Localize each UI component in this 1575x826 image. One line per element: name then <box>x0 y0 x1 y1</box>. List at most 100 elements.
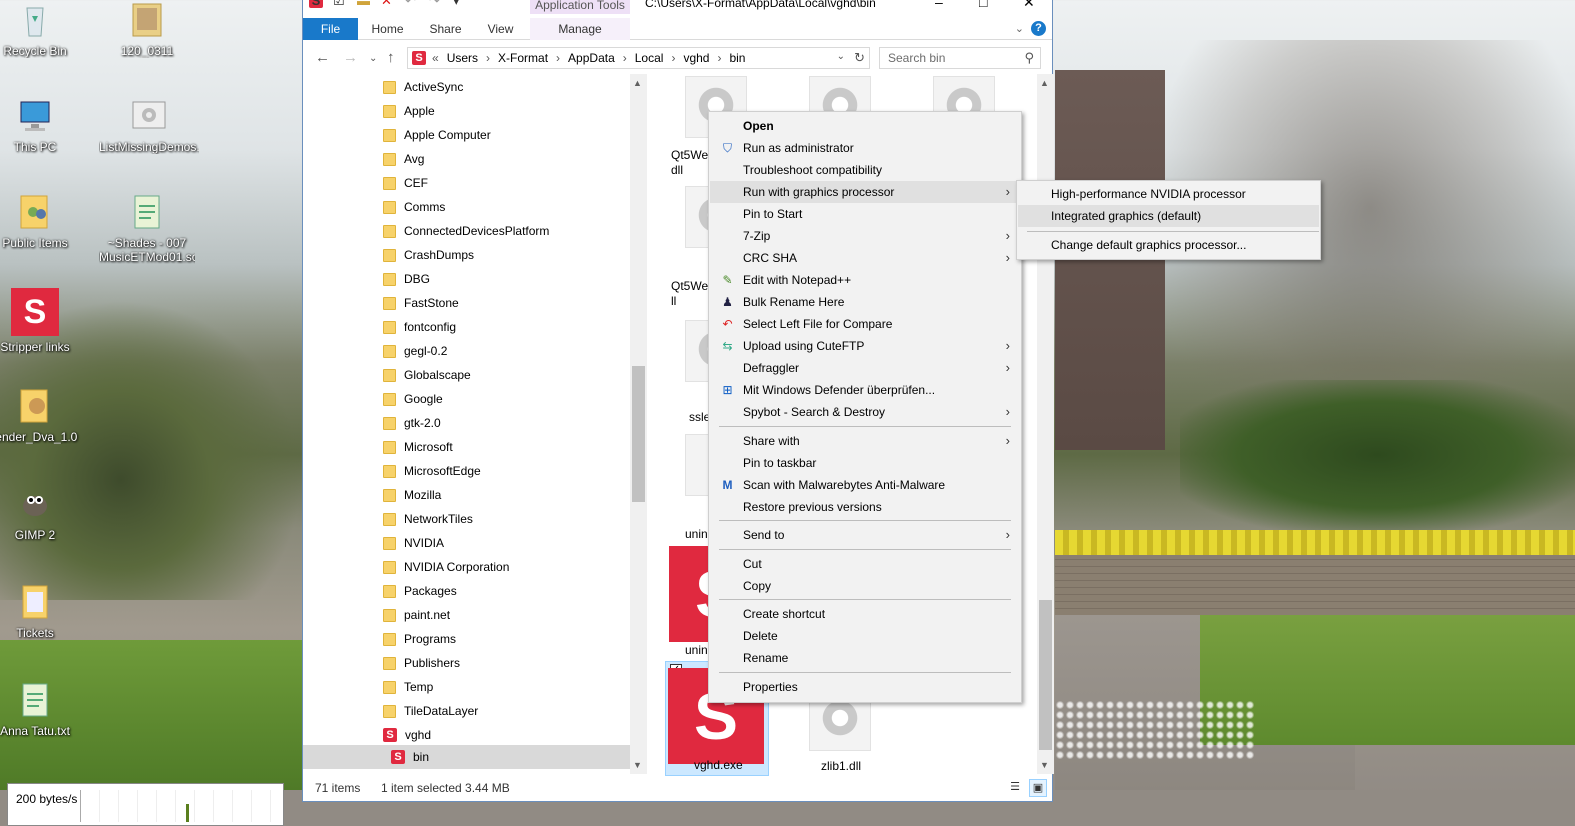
breadcrumb-appdata[interactable]: AppData <box>568 51 615 65</box>
address-dropdown-icon[interactable]: ⌄ <box>837 51 845 62</box>
tree-folder[interactable]: NetworkTiles <box>383 507 630 531</box>
desktop-icon-public-items[interactable]: Public Items <box>0 192 83 250</box>
desktop-icon-stripper-links[interactable]: S Stripper links <box>0 288 83 354</box>
tree-folder[interactable]: Publishers <box>383 651 630 675</box>
menu-item-defraggler[interactable]: Defraggler › <box>710 357 1020 379</box>
tree-folder[interactable]: gegl-0.2 <box>383 339 630 363</box>
breadcrumb-separator-icon[interactable]: › <box>556 51 560 65</box>
tree-folder[interactable]: Avg <box>383 147 630 171</box>
menu-item-properties[interactable]: Properties <box>710 676 1020 698</box>
tree-folder[interactable]: Apple <box>383 99 630 123</box>
menu-item-malwarebytes[interactable]: M Scan with Malwarebytes Anti-Malware <box>710 474 1020 496</box>
tree-folder[interactable]: paint.net <box>383 603 630 627</box>
recent-locations-icon[interactable]: ⌄ <box>369 53 377 64</box>
tree-folder[interactable]: Mozilla <box>383 483 630 507</box>
breadcrumb-separator-icon[interactable]: › <box>623 51 627 65</box>
tree-folder[interactable]: MicrosoftEdge <box>383 459 630 483</box>
submenu-item-nvidia[interactable]: High-performance NVIDIA processor <box>1018 183 1319 205</box>
breadcrumb-local[interactable]: Local <box>635 51 664 65</box>
menu-item-notepadpp[interactable]: ✎ Edit with Notepad++ <box>710 269 1020 291</box>
redo-icon[interactable]: ↷ <box>429 0 443 8</box>
scrollbar-thumb[interactable] <box>1039 600 1052 750</box>
menu-item-compare[interactable]: ↶ Select Left File for Compare <box>710 313 1020 335</box>
menu-item-run-with-gpu[interactable]: Run with graphics processor › <box>710 181 1020 203</box>
tree-folder[interactable]: Microsoft <box>383 435 630 459</box>
tree-folder[interactable]: gtk-2.0 <box>383 411 630 435</box>
large-icons-view-icon[interactable]: ▣ <box>1029 779 1047 797</box>
tree-folder[interactable]: Programs <box>383 627 630 651</box>
menu-item-share-with[interactable]: Share with › <box>710 430 1020 452</box>
tab-view[interactable]: View <box>478 18 523 40</box>
tree-folder-bin-selected[interactable]: Sbin <box>303 745 630 769</box>
menu-item-delete[interactable]: Delete <box>710 625 1020 647</box>
desktop-icon-recycle-bin[interactable]: Recycle Bin <box>0 0 83 58</box>
breadcrumb-bin[interactable]: bin <box>729 51 745 65</box>
menu-item-open[interactable]: Open <box>710 115 1020 137</box>
breadcrumb-separator-icon[interactable]: › <box>717 51 721 65</box>
menu-item-copy[interactable]: Copy <box>710 575 1020 597</box>
tree-folder-vghd[interactable]: Svghd <box>383 723 630 747</box>
menu-item-cut[interactable]: Cut <box>710 553 1020 575</box>
search-input[interactable]: Search bin ⚲ <box>879 47 1041 69</box>
desktop-icon-shades-scn[interactable]: ~Shades - 007 MusicETMod01.scn <box>99 192 195 264</box>
tree-folder[interactable]: CrashDumps <box>383 243 630 267</box>
new-folder-icon[interactable]: ▬ <box>357 0 371 8</box>
breadcrumb-x-format[interactable]: X-Format <box>498 51 548 65</box>
details-view-icon[interactable]: ☰ <box>1006 779 1024 797</box>
tree-folder[interactable]: ActiveSync <box>383 75 630 99</box>
properties-icon[interactable]: ☑ <box>333 0 347 8</box>
maximize-button[interactable]: □ <box>979 0 987 10</box>
tree-folder[interactable]: ConnectedDevicesPlatform <box>383 219 630 243</box>
back-button[interactable]: ← <box>315 49 330 66</box>
scrollbar-thumb[interactable] <box>632 366 645 502</box>
submenu-item-integrated[interactable]: Integrated graphics (default) <box>1018 205 1319 227</box>
menu-item-run-as-admin[interactable]: ⛉ Run as administrator <box>710 137 1020 159</box>
navigation-pane-scrollbar[interactable]: ▲ ▼ <box>630 74 647 774</box>
breadcrumb-separator-icon[interactable]: › <box>486 51 490 65</box>
address-bar[interactable]: S « Users › X-Format › AppData › Local › vgh… <box>407 47 870 69</box>
address-overflow[interactable]: « <box>432 51 439 65</box>
desktop-icon-lender-dva[interactable]: lender_Dva_1.0 <box>0 386 83 444</box>
tab-home[interactable]: Home <box>365 18 410 40</box>
tree-folder[interactable]: NVIDIA Corporation <box>383 555 630 579</box>
tree-folder[interactable]: Comms <box>383 195 630 219</box>
undo-icon[interactable]: ↶ <box>405 0 419 8</box>
file-list-scrollbar[interactable]: ▲ ▼ <box>1037 74 1054 774</box>
menu-item-spybot[interactable]: Spybot - Search & Destroy › <box>710 401 1020 423</box>
scroll-down-icon[interactable]: ▼ <box>1040 760 1049 770</box>
tree-folder[interactable]: Apple Computer <box>383 123 630 147</box>
scroll-down-icon[interactable]: ▼ <box>633 760 642 770</box>
menu-item-pin-to-start[interactable]: Pin to Start <box>710 203 1020 225</box>
tree-folder[interactable]: NVIDIA <box>383 531 630 555</box>
breadcrumb-separator-icon[interactable]: › <box>671 51 675 65</box>
menu-item-pin-to-taskbar[interactable]: Pin to taskbar <box>710 452 1020 474</box>
tree-folder[interactable]: Temp <box>383 675 630 699</box>
qat-dropdown-icon[interactable]: ▾ <box>453 0 467 8</box>
help-icon[interactable]: ? <box>1031 21 1046 36</box>
menu-item-cuteftp[interactable]: ⇆ Upload using CuteFTP › <box>710 335 1020 357</box>
menu-item-send-to[interactable]: Send to › <box>710 524 1020 546</box>
breadcrumb-vghd[interactable]: vghd <box>683 51 709 65</box>
tab-file[interactable]: File <box>303 18 358 40</box>
desktop-icon-listmissingdemos[interactable]: ListMissingDemos... <box>99 96 199 154</box>
tree-folder[interactable]: fontconfig <box>383 315 630 339</box>
tab-manage[interactable]: Manage <box>530 18 630 40</box>
menu-item-troubleshoot[interactable]: Troubleshoot compatibility <box>710 159 1020 181</box>
tree-folder[interactable]: Globalscape <box>383 363 630 387</box>
tree-folder[interactable]: Packages <box>383 579 630 603</box>
tree-folder[interactable]: FastStone <box>383 291 630 315</box>
desktop-icon-folder-120[interactable]: 120_0311 <box>99 0 195 58</box>
minimize-button[interactable]: – <box>935 0 943 10</box>
desktop-icon-anna-tatu[interactable]: Anna Tatu.txt <box>0 680 83 738</box>
submenu-item-change-default[interactable]: Change default graphics processor... <box>1018 234 1319 256</box>
scroll-up-icon[interactable]: ▲ <box>633 78 642 88</box>
menu-item-defender[interactable]: ⊞ Mit Windows Defender überprüfen... <box>710 379 1020 401</box>
menu-item-rename[interactable]: Rename <box>710 647 1020 669</box>
menu-item-create-shortcut[interactable]: Create shortcut <box>710 603 1020 625</box>
close-button[interactable]: ✕ <box>1023 0 1035 11</box>
desktop-icon-gimp[interactable]: GIMP 2 <box>0 484 83 542</box>
menu-item-7zip[interactable]: 7-Zip › <box>710 225 1020 247</box>
collapse-ribbon-icon[interactable]: ⌄ <box>1015 22 1024 35</box>
menu-item-bulk-rename[interactable]: ♟ Bulk Rename Here <box>710 291 1020 313</box>
menu-item-crc-sha[interactable]: CRC SHA › <box>710 247 1020 269</box>
